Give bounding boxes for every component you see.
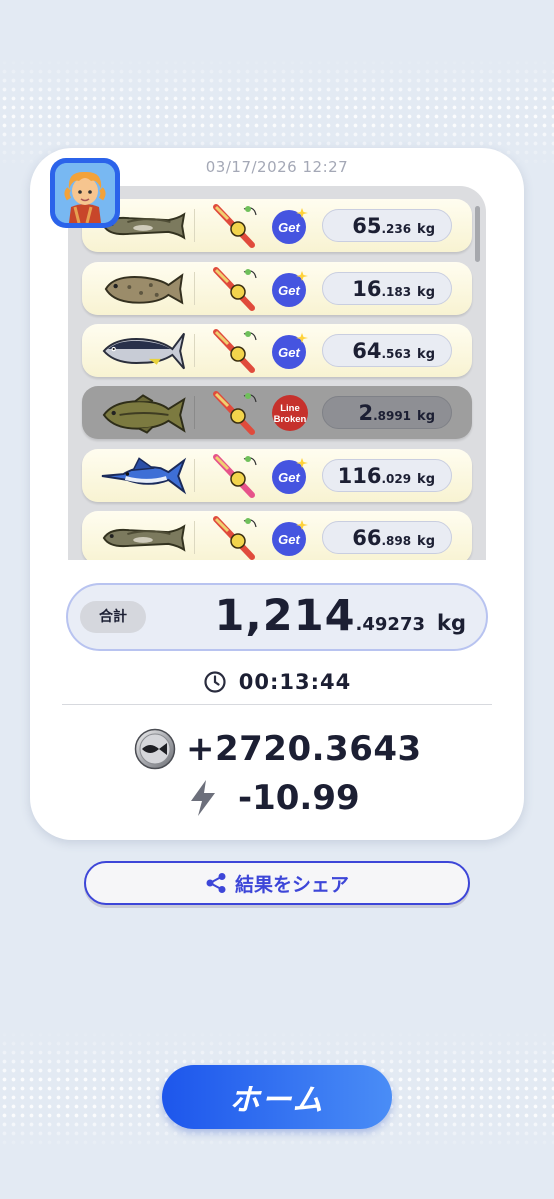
home-button-label: ホーム	[229, 1083, 325, 1118]
catch-weight: 16 .183 kg	[322, 272, 452, 305]
get-badge-icon: Get	[272, 208, 308, 244]
svg-text:Broken: Broken	[274, 414, 307, 425]
catch-weight-dec: .029	[381, 472, 412, 486]
row-divider	[194, 272, 195, 305]
catch-weight-int: 116	[337, 464, 382, 488]
svg-text:Get: Get	[278, 220, 300, 235]
svg-text:Get: Get	[278, 532, 300, 547]
fishing-rod-icon	[213, 267, 257, 311]
catch-weight-dec: .236	[381, 222, 412, 236]
get-badge-icon: Get	[272, 271, 308, 307]
energy-cost-row: -10.99	[186, 775, 360, 821]
elapsed-time: 00:13:44	[238, 670, 352, 694]
coin-reward-row: +2720.3643	[134, 726, 422, 772]
catch-weight-dec: .183	[381, 285, 412, 299]
svg-text:Get: Get	[278, 345, 300, 360]
fish-coin-icon	[134, 728, 176, 770]
bass-fish-icon	[102, 394, 186, 434]
catch-weight: 64 .563 kg	[322, 334, 452, 367]
catch-weight-int: 66	[352, 526, 382, 550]
catch-row: Get 66 .898 kg	[82, 511, 472, 560]
eel-like-fish-icon	[102, 524, 186, 552]
fishing-rod-icon	[213, 329, 257, 373]
fishing-rod-icon	[213, 391, 257, 435]
catch-row: Get 116 .029 kg	[82, 449, 472, 502]
share-button-label: 結果をシェア	[234, 873, 349, 896]
catch-row: Get 16 .183 kg	[82, 262, 472, 315]
catch-weight-unit: kg	[417, 409, 435, 424]
row-divider	[194, 334, 195, 367]
row-divider	[194, 209, 195, 242]
catch-weight-int: 16	[352, 277, 382, 301]
row-divider	[194, 521, 195, 554]
grouper-fish-icon	[104, 273, 184, 305]
catch-weight-int: 65	[352, 214, 382, 238]
tuna-fish-icon	[102, 332, 186, 370]
catch-row: Line Broken 2 .8991 kg	[82, 386, 472, 439]
catch-weight-int: 64	[352, 339, 382, 363]
catch-weight-unit: kg	[417, 534, 435, 549]
elapsed-time-row: 00:13:44	[0, 668, 554, 696]
catch-row: Get 64 .563 kg	[82, 324, 472, 377]
catch-row: Get 65 .236 kg	[82, 199, 472, 252]
line-broken-badge-icon: Line Broken	[272, 395, 308, 431]
row-divider	[194, 459, 195, 492]
catch-list[interactable]: Get 65 .236 kg Get 16 .183 kg Get 64 .56…	[68, 186, 486, 560]
total-weight-unit: kg	[437, 611, 466, 635]
svg-text:Get: Get	[278, 470, 300, 485]
catch-weight-unit: kg	[417, 222, 435, 237]
marlin-fish-icon	[101, 457, 187, 495]
player-avatar[interactable]	[50, 158, 120, 228]
catch-weight: 66 .898 kg	[322, 521, 452, 554]
avatar-icon	[55, 163, 115, 223]
svg-text:Get: Get	[278, 283, 300, 298]
lightning-icon	[191, 780, 215, 816]
row-divider	[194, 396, 195, 429]
catch-weight-unit: kg	[417, 472, 435, 487]
total-label: 合計	[80, 601, 146, 633]
divider	[62, 704, 492, 705]
get-badge-icon: Get	[272, 333, 308, 369]
energy-cost: -10.99	[238, 778, 360, 818]
catch-weight-dec: .8991	[373, 409, 412, 423]
total-weight-int: 1,214	[214, 591, 356, 641]
fishing-rod-icon	[213, 516, 257, 560]
fishing-rod-icon	[213, 204, 257, 248]
home-button[interactable]: ホーム	[162, 1065, 392, 1129]
total-weight-dec: .49273	[355, 614, 425, 635]
catch-weight-dec: .898	[381, 534, 412, 548]
catch-list-scrollbar[interactable]	[475, 206, 480, 262]
share-icon	[206, 873, 226, 893]
fishing-rod-icon	[213, 454, 257, 498]
get-badge-icon: Get	[272, 520, 308, 556]
catch-weight: 2 .8991 kg	[322, 396, 452, 429]
get-badge-icon: Get	[272, 458, 308, 494]
svg-text:Line: Line	[280, 403, 300, 414]
coin-reward: +2720.3643	[186, 729, 422, 769]
catch-weight-int: 2	[358, 401, 374, 425]
catch-weight-dec: .563	[381, 347, 412, 361]
catch-weight: 116 .029 kg	[322, 459, 452, 492]
total-weight-panel: 合計 1,214 .49273 kg	[66, 583, 488, 651]
catch-weight: 65 .236 kg	[322, 209, 452, 242]
clock-icon	[204, 671, 226, 693]
catch-weight-unit: kg	[417, 347, 435, 362]
share-result-button[interactable]: 結果をシェア	[84, 861, 470, 905]
total-weight-value: 1,214 .49273 kg	[215, 591, 466, 641]
catch-weight-unit: kg	[417, 285, 435, 300]
